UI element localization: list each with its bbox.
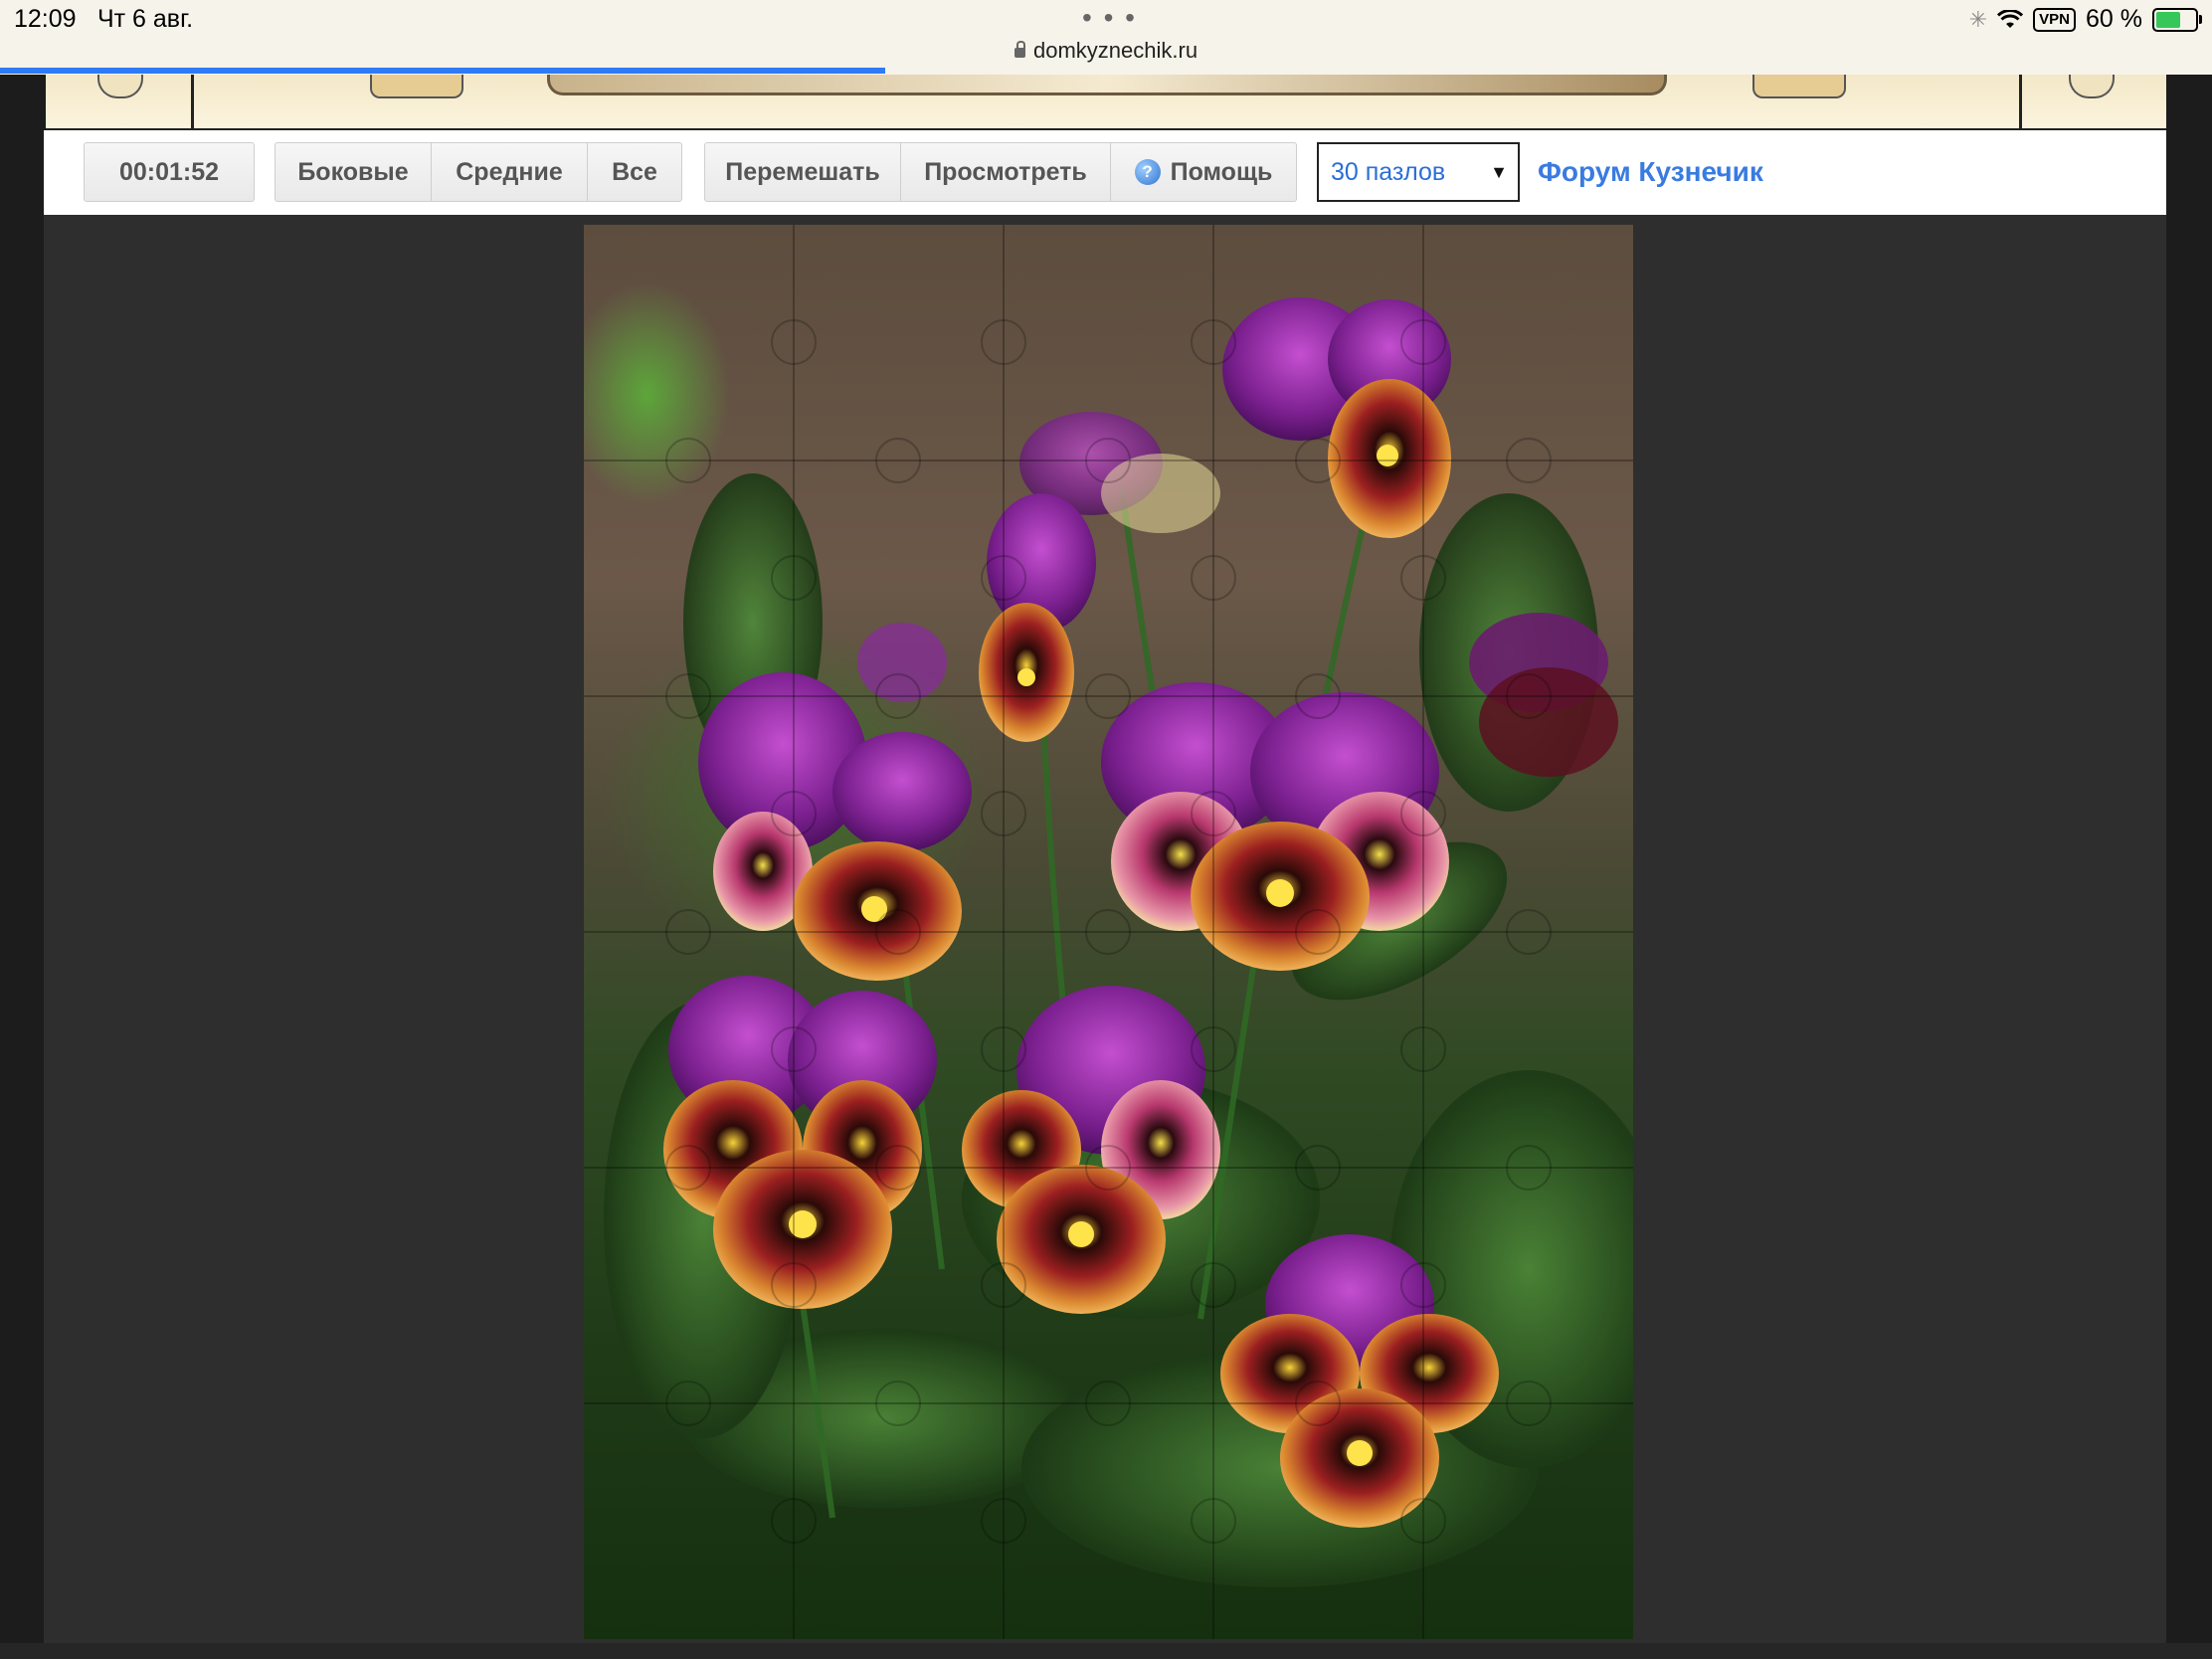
shuffle-button[interactable]: Перемешать (704, 142, 901, 202)
battery-percent: 60 % (2086, 5, 2142, 33)
help-button[interactable]: ? Помощь (1110, 142, 1297, 202)
pieces-count-value: 30 пазлов (1331, 157, 1446, 186)
edge-pieces-button[interactable]: Боковые (275, 142, 432, 202)
banner-divider (191, 75, 194, 128)
flower (1222, 297, 1451, 538)
middle-pieces-button[interactable]: Средние (431, 142, 588, 202)
site-banner (46, 75, 2166, 131)
activity-spinner-icon: ✳ (1968, 6, 1988, 32)
dropdown-arrow-icon: ▼ (1490, 162, 1508, 182)
page-load-progress (0, 68, 885, 74)
multitasking-dots-icon[interactable]: • • • (1082, 2, 1137, 34)
flower (857, 623, 947, 702)
status-time: 12:09 (14, 5, 77, 33)
banner-ornament (1752, 75, 1846, 98)
status-bar: 12:09 Чт 6 авг. • • • domkyznechik.ru ✳ … (0, 0, 2212, 75)
all-pieces-button[interactable]: Все (587, 142, 682, 202)
status-indicators: ✳ VPN 60 % (1968, 5, 2202, 34)
flower (1469, 613, 1618, 777)
help-button-label: Помощь (1170, 157, 1273, 186)
help-icon: ? (1134, 159, 1161, 185)
battery-icon (2152, 7, 2202, 32)
puzzle-toolbar: 00:01:52 Боковые Средние Все Перемешать … (44, 130, 2166, 215)
address-bar[interactable]: domkyznechik.ru (1014, 38, 1198, 64)
puzzle-image (584, 225, 1633, 1639)
wifi-icon (1997, 9, 2024, 28)
url-text: domkyznechik.ru (1033, 38, 1198, 63)
status-date: Чт 6 авг. (97, 5, 194, 33)
bottom-edge (0, 1643, 2212, 1659)
banner-title-plate (547, 75, 1667, 95)
puzzle-workspace (44, 215, 2166, 1643)
forum-link[interactable]: Форум Кузнечик (1538, 156, 1763, 188)
banner-ornament (2069, 75, 2115, 98)
puzzle-board[interactable] (584, 225, 1633, 1639)
flower (1101, 682, 1449, 971)
lock-icon (1014, 41, 1025, 58)
flower (698, 672, 972, 981)
timer-display: 00:01:52 (84, 142, 255, 202)
pieces-count-select[interactable]: 30 пазлов ▼ (1317, 142, 1520, 202)
banner-ornament (370, 75, 463, 98)
vpn-badge: VPN (2033, 7, 2077, 32)
banner-ornament (97, 75, 143, 98)
flower (979, 493, 1096, 742)
banner-divider (2019, 75, 2022, 128)
preview-button[interactable]: Просмотреть (900, 142, 1111, 202)
